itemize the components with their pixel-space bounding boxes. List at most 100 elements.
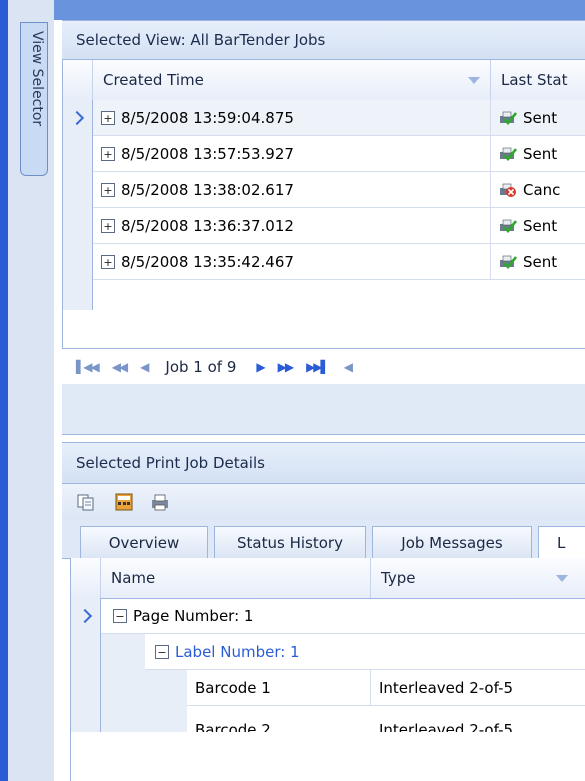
indent-cell (101, 670, 187, 706)
header-indicator-cell (63, 60, 93, 100)
created-time-cell: 8/5/2008 13:57:53.927 (121, 145, 294, 163)
job-counter: Job 1 of 9 (165, 358, 237, 376)
expand-plus-icon[interactable]: + (101, 147, 115, 161)
current-row-arrow-icon (77, 608, 93, 624)
type-cell: Interleaved 2-of-5 (379, 721, 514, 732)
last-job-icon[interactable]: ▶▶▌ (306, 360, 330, 374)
status-cell: Sent (523, 145, 558, 163)
name-cell: Barcode 2 (195, 721, 271, 732)
table-row[interactable]: − Label Number: 1 (71, 634, 585, 670)
indent-cell (101, 706, 187, 732)
expand-plus-icon[interactable]: + (101, 111, 115, 125)
jobs-panel-title-text: Selected View: All BarTender Jobs (76, 31, 326, 49)
view-selector-pane: View Selector (8, 0, 55, 781)
view-selector-label: View Selector (29, 31, 45, 127)
column-header-type-label: Type (381, 569, 416, 587)
row-indicator (71, 670, 101, 706)
previous-job-icon[interactable]: ◀ (140, 360, 149, 374)
status-cell: Canc (523, 181, 561, 199)
created-time-cell: 8/5/2008 13:35:42.467 (121, 253, 294, 271)
tab-status-history[interactable]: Status History (214, 526, 366, 558)
expand-plus-icon[interactable]: + (101, 255, 115, 269)
row-indicator (63, 100, 93, 136)
tab-label-data-label: L (557, 534, 566, 552)
title-band (54, 0, 585, 20)
printer-check-icon (500, 147, 517, 161)
name-cell: Label Number: 1 (175, 643, 300, 661)
table-row[interactable]: Barcode 2 Interleaved 2-of-5 (71, 706, 585, 732)
tab-label-data[interactable]: L (538, 526, 585, 559)
row-indicator (63, 172, 93, 208)
collapse-minus-icon[interactable]: − (155, 645, 169, 659)
table-row[interactable]: +8/5/2008 13:57:53.927 Sent (63, 136, 585, 172)
calculator-icon[interactable] (114, 493, 134, 511)
scroll-left-icon[interactable]: ◀ (344, 360, 353, 374)
header-indicator-cell (71, 558, 101, 598)
view-selector-tab[interactable]: View Selector (20, 22, 48, 176)
indent-cell (101, 634, 145, 670)
status-cell: Sent (523, 109, 558, 127)
row-indicator (71, 598, 101, 634)
details-grid-header: Name Type (71, 558, 585, 599)
first-job-icon[interactable]: ▌◀◀ (76, 360, 100, 374)
name-cell: Barcode 1 (195, 679, 271, 697)
details-grid: Name Type − Page Number: 1 − Label Number:… (70, 558, 585, 781)
table-row[interactable]: +8/5/2008 13:38:02.617 Canc (63, 172, 585, 208)
jobs-grid: Created Time Last Stat +8/5/2008 13:59:0… (62, 60, 585, 348)
table-row[interactable]: +8/5/2008 13:36:37.012 Sent (63, 208, 585, 244)
type-cell: Interleaved 2-of-5 (379, 679, 514, 697)
status-cell: Sent (523, 217, 558, 235)
row-indicator (63, 208, 93, 244)
row-indicator (63, 280, 93, 310)
row-indicator (63, 244, 93, 280)
details-panel-title: Selected Print Job Details (62, 442, 585, 484)
details-panel-title-text: Selected Print Job Details (76, 454, 265, 472)
tab-status-history-label: Status History (237, 533, 343, 552)
empty-area (62, 384, 585, 435)
name-cell: Page Number: 1 (133, 607, 254, 625)
printer-check-icon (500, 255, 517, 269)
table-row[interactable]: Barcode 1 Interleaved 2-of-5 (71, 670, 585, 706)
created-time-cell: 8/5/2008 13:59:04.875 (121, 109, 294, 127)
next-job-icon[interactable]: ▶ (256, 360, 265, 374)
table-row[interactable]: +8/5/2008 13:35:42.467 Sent (63, 244, 585, 280)
current-row-arrow-icon (69, 110, 85, 126)
details-tabs: Overview Status History Job Messages L (62, 520, 585, 559)
collapse-minus-icon[interactable]: − (113, 609, 127, 623)
details-toolbar (62, 484, 585, 521)
next-page-icon[interactable]: ▶▶ (278, 360, 295, 374)
tab-job-messages-label: Job Messages (401, 533, 503, 552)
row-indicator (71, 634, 101, 670)
column-header-name-label: Name (111, 569, 156, 587)
expand-plus-icon[interactable]: + (101, 183, 115, 197)
tab-overview-label: Overview (108, 533, 180, 552)
column-header-last-status[interactable]: Last Stat (491, 60, 585, 100)
printer-check-icon (500, 219, 517, 233)
main-area: Selected View: All BarTender Jobs Create… (54, 0, 585, 781)
column-header-type[interactable]: Type (371, 558, 585, 598)
expand-plus-icon[interactable]: + (101, 219, 115, 233)
tab-overview[interactable]: Overview (80, 526, 208, 558)
print-icon[interactable] (150, 493, 170, 511)
table-row[interactable]: +8/5/2008 13:59:04.875 Sent (63, 100, 585, 136)
tab-job-messages[interactable]: Job Messages (372, 526, 532, 558)
column-header-name[interactable]: Name (101, 558, 371, 598)
previous-page-icon[interactable]: ◀◀ (112, 360, 129, 374)
table-row-partial (63, 280, 585, 310)
copy-icon[interactable] (76, 493, 96, 511)
printer-check-icon (500, 111, 517, 125)
created-time-cell: 8/5/2008 13:38:02.617 (121, 181, 294, 199)
column-header-created-time[interactable]: Created Time (93, 60, 491, 100)
printer-cancel-icon (500, 183, 516, 197)
table-row[interactable]: − Page Number: 1 (71, 598, 585, 634)
created-time-cell: 8/5/2008 13:36:37.012 (121, 217, 294, 235)
sort-arrow-icon (468, 77, 480, 84)
jobs-panel-title: Selected View: All BarTender Jobs (62, 20, 585, 60)
column-header-last-status-label: Last Stat (501, 71, 568, 89)
status-cell: Sent (523, 253, 558, 271)
window-edge (0, 0, 8, 781)
row-indicator (71, 706, 101, 732)
sort-arrow-icon (556, 575, 568, 582)
job-navigator: ▌◀◀ ◀◀ ◀ Job 1 of 9 ▶ ▶▶ ▶▶▌ ◀ (62, 348, 585, 386)
row-indicator (63, 136, 93, 172)
